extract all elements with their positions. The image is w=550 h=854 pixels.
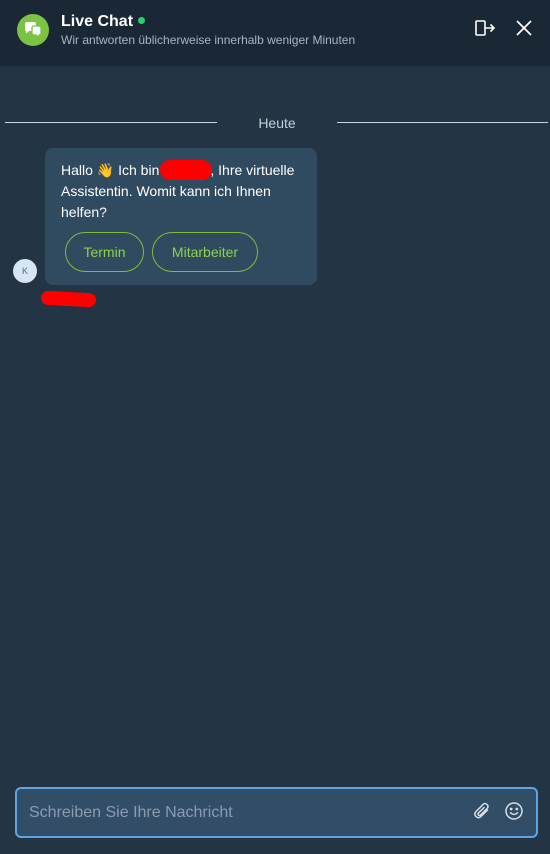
day-divider-line <box>337 122 548 123</box>
quick-reply-termin[interactable]: Termin <box>65 232 144 272</box>
redaction-mark <box>40 290 97 308</box>
popout-icon <box>474 19 496 42</box>
day-divider-line <box>5 122 217 123</box>
bot-message-bubble: Hallo 👋 Ich bin, Ihre virtuelle Assisten… <box>45 148 317 285</box>
close-button[interactable] <box>512 18 536 42</box>
quick-reply-mitarbeiter[interactable]: Mitarbeiter <box>152 232 258 272</box>
message-text: Hallo 👋 Ich bin, Ihre virtuelle Assisten… <box>61 160 306 223</box>
message-composer <box>15 787 538 838</box>
attach-button[interactable] <box>471 802 493 824</box>
chat-bubbles-icon <box>17 14 49 46</box>
online-status-dot <box>138 17 145 24</box>
redaction-mark <box>160 160 213 180</box>
chat-title: Live Chat <box>61 13 134 30</box>
paperclip-icon <box>472 801 492 826</box>
message-text-start: Hallo 👋 Ich bin <box>61 162 160 178</box>
chat-widget: Live Chat Wir antworten üblicherweise in… <box>0 0 550 854</box>
popout-button[interactable] <box>473 18 497 42</box>
close-icon <box>515 19 533 42</box>
agent-avatar: K <box>13 259 37 283</box>
chat-header: Live Chat Wir antworten üblicherweise in… <box>0 0 550 66</box>
emoji-button[interactable] <box>503 801 525 826</box>
message-input[interactable] <box>29 789 459 836</box>
emoji-icon <box>504 801 524 826</box>
chat-subtitle: Wir antworten üblicherweise innerhalb we… <box>61 33 356 47</box>
day-divider-label: Heute <box>258 115 296 131</box>
